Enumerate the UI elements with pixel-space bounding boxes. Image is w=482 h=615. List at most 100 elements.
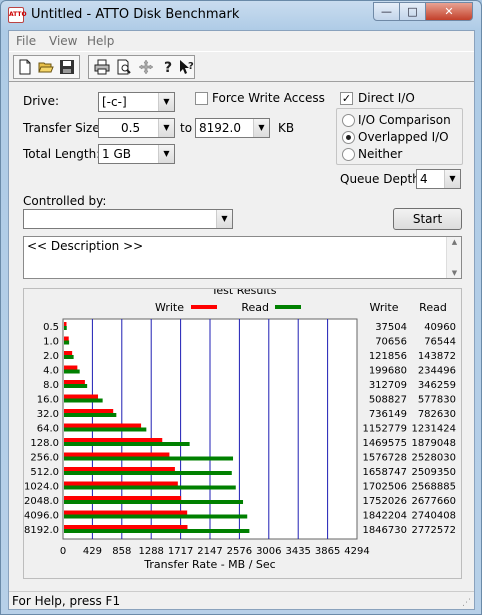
maximize-button[interactable]: □	[399, 2, 426, 21]
chevron-down-icon[interactable]: ▼	[158, 93, 174, 111]
write-bar	[64, 510, 188, 515]
client-area: File View Help ? ? Drive: [-c-] ▼ Force …	[8, 30, 475, 610]
y-tick-label: 2048.0	[24, 496, 59, 507]
read-bar	[64, 500, 244, 504]
y-tick-label: 16.0	[37, 395, 59, 406]
move-icon[interactable]	[136, 57, 156, 77]
y-tick-label: 1.0	[43, 337, 59, 348]
write-value: 121856	[369, 351, 407, 362]
y-tick-label: 512.0	[30, 467, 59, 478]
transfer-size-from-select[interactable]: 0.5 ▼	[98, 118, 175, 138]
queue-depth-label: Queue Depth:	[340, 172, 424, 186]
new-document-icon[interactable]	[15, 57, 35, 77]
y-tick-label: 1024.0	[24, 482, 59, 493]
close-button[interactable]: ✕	[425, 2, 473, 21]
context-help-icon[interactable]: ?	[176, 57, 196, 77]
read-bar	[64, 514, 248, 519]
read-value: 346259	[418, 380, 456, 391]
col-read-header: Read	[419, 301, 447, 314]
write-bar	[64, 365, 78, 370]
write-bar	[64, 496, 182, 500]
print-preview-icon[interactable]	[114, 57, 134, 77]
description-box[interactable]: << Description >> ▲ ▼	[23, 236, 462, 279]
write-bar	[64, 380, 85, 384]
read-value: 76544	[424, 337, 456, 348]
write-bar	[64, 409, 114, 413]
chevron-down-icon[interactable]: ▼	[158, 119, 174, 137]
total-length-label: Total Length:	[23, 147, 101, 161]
drive-select[interactable]: [-c-] ▼	[98, 92, 175, 112]
controlled-by-select[interactable]: ▼	[23, 209, 233, 229]
read-value: 143872	[418, 351, 456, 362]
write-bar	[64, 481, 178, 486]
write-bar	[64, 351, 73, 355]
x-tick-label: 3435	[285, 546, 310, 557]
write-value: 736149	[369, 409, 407, 420]
y-tick-label: 8192.0	[24, 525, 59, 536]
print-icon[interactable]	[92, 57, 112, 77]
y-tick-label: 8.0	[43, 380, 59, 391]
y-tick-label: 128.0	[30, 438, 59, 449]
write-value: 1846730	[362, 525, 407, 536]
read-value: 2772572	[411, 525, 456, 536]
menu-view[interactable]: View	[49, 34, 77, 48]
transfer-from-value: 0.5	[121, 121, 141, 135]
write-bar	[64, 525, 188, 529]
chevron-down-icon[interactable]: ▼	[158, 145, 174, 163]
write-value: 1752026	[362, 496, 407, 507]
total-length-select[interactable]: 1 GB ▼	[98, 144, 175, 164]
legend-write-label: Write	[155, 301, 184, 314]
menu-help[interactable]: Help	[87, 34, 114, 48]
read-value: 782630	[418, 409, 456, 420]
y-tick-label: 4.0	[43, 366, 59, 377]
x-tick-label: 429	[83, 546, 102, 557]
total-length-value: 1 GB	[102, 147, 131, 161]
overlapped-io-radio[interactable]	[342, 131, 355, 144]
description-scrollbar[interactable]: ▲ ▼	[446, 237, 461, 278]
read-bar	[64, 485, 236, 490]
chevron-down-icon[interactable]: ▼	[216, 210, 232, 228]
read-bar	[64, 326, 67, 330]
read-bar	[64, 456, 234, 461]
y-tick-label: 256.0	[30, 453, 59, 464]
controlled-by-label: Controlled by:	[23, 194, 107, 208]
write-value: 37504	[375, 322, 407, 333]
transfer-size-to-select[interactable]: 8192.0 ▼	[195, 118, 270, 138]
resize-grip-icon[interactable]: ⋰	[462, 598, 472, 608]
start-button[interactable]: Start	[393, 208, 462, 230]
direct-io-checkbox[interactable]: ✓	[340, 92, 353, 105]
menu-file[interactable]: File	[16, 34, 36, 48]
scroll-down-icon[interactable]: ▼	[447, 269, 462, 277]
print-tool-group: ? ?	[88, 55, 195, 79]
save-icon[interactable]	[57, 57, 77, 77]
write-value: 1576728	[362, 453, 407, 464]
open-folder-icon[interactable]	[36, 57, 56, 77]
chevron-down-icon[interactable]: ▼	[444, 170, 460, 188]
scroll-up-icon[interactable]: ▲	[447, 238, 462, 246]
results-title: Test Results	[211, 289, 277, 297]
title-bar[interactable]: ATTO Untitled - ATTO Disk Benchmark — □ …	[1, 1, 481, 29]
minimize-button[interactable]: —	[373, 2, 400, 21]
to-label: to	[180, 121, 193, 135]
help-icon[interactable]: ?	[158, 57, 178, 77]
write-bar	[64, 438, 163, 442]
neither-radio[interactable]	[342, 148, 355, 161]
y-tick-label: 4096.0	[24, 511, 59, 522]
read-bar	[64, 471, 232, 475]
x-tick-label: 4294	[344, 546, 369, 557]
read-value: 2528030	[411, 453, 456, 464]
write-value: 1469575	[362, 438, 407, 449]
drive-value: [-c-]	[102, 95, 127, 109]
read-value: 2677660	[411, 496, 456, 507]
io-comparison-radio[interactable]	[342, 114, 355, 127]
write-value: 1152779	[362, 424, 407, 435]
read-bar	[64, 384, 88, 388]
chevron-down-icon[interactable]: ▼	[253, 119, 269, 137]
write-value: 508827	[369, 395, 407, 406]
svg-text:?: ?	[188, 61, 194, 72]
write-bar	[64, 452, 170, 457]
y-tick-label: 32.0	[37, 409, 59, 420]
force-write-checkbox[interactable]	[195, 92, 208, 105]
queue-depth-select[interactable]: 4 ▼	[416, 169, 461, 189]
read-value: 2740408	[411, 511, 456, 522]
